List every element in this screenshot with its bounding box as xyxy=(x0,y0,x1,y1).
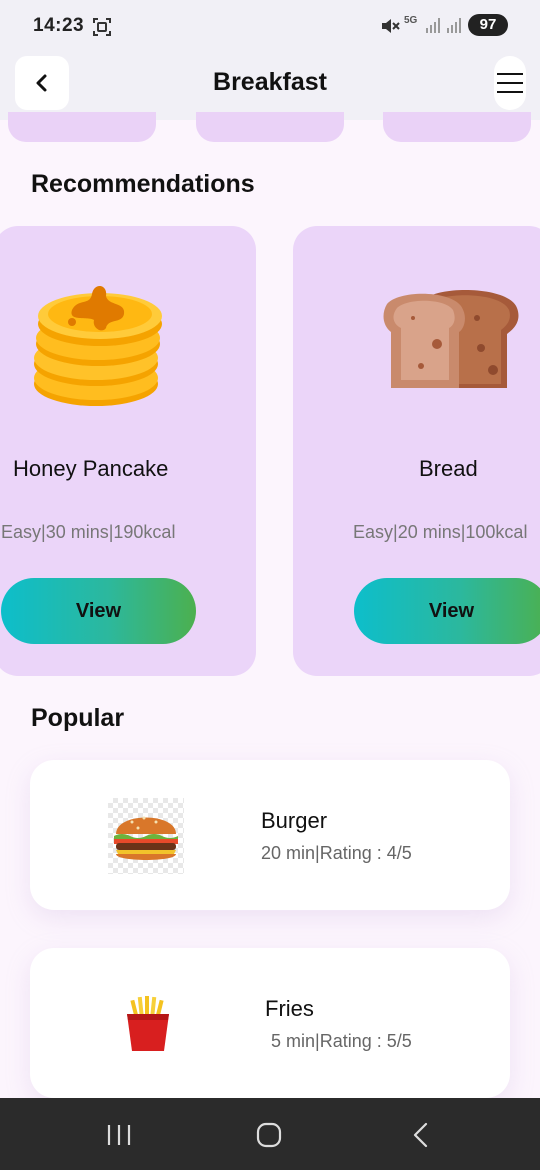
status-time: 14:23 xyxy=(33,15,85,36)
page-title: Breakfast xyxy=(213,68,327,96)
recommendation-meta: Easy|30 mins|190kcal xyxy=(1,522,176,542)
screenshot-icon xyxy=(93,18,111,36)
popular-item-card[interactable]: Fries 5 min|Rating : 5/5 xyxy=(30,948,510,1098)
hamburger-icon xyxy=(497,73,523,93)
burger-image xyxy=(108,798,184,874)
network-type-label: 5G xyxy=(404,15,418,26)
signal-icon xyxy=(426,18,440,33)
menu-button[interactable] xyxy=(494,56,526,110)
app-bar: Breakfast xyxy=(0,48,540,120)
battery-icon: 97 xyxy=(468,14,508,36)
battery-level: 97 xyxy=(479,16,497,33)
burger-icon xyxy=(114,816,178,860)
category-chip[interactable] xyxy=(383,112,531,142)
view-button-label: View xyxy=(75,599,122,622)
popular-item-name: Burger xyxy=(261,808,328,833)
popular-item-name: Fries xyxy=(265,996,314,1021)
category-chip[interactable] xyxy=(8,112,156,142)
system-nav-bar xyxy=(0,1098,540,1170)
recommendation-name: Bread xyxy=(419,456,478,481)
popular-item-meta: 5 min|Rating : 5/5 xyxy=(271,1031,412,1051)
home-icon[interactable] xyxy=(256,1122,282,1148)
recommendation-meta: Easy|20 mins|100kcal xyxy=(353,522,528,542)
recommendation-name: Honey Pancake xyxy=(13,456,169,481)
mute-icon xyxy=(382,19,400,33)
popular-title: Popular xyxy=(31,704,125,732)
bread-icon xyxy=(383,289,519,388)
system-back-icon[interactable] xyxy=(410,1122,430,1148)
pancake-icon xyxy=(34,285,162,406)
recommendations-title: Recommendations xyxy=(31,170,255,198)
status-bar: 14:23 5G 97 xyxy=(0,0,540,48)
category-chip[interactable] xyxy=(196,112,344,142)
recent-apps-icon[interactable] xyxy=(106,1124,132,1146)
popular-item-meta: 20 min|Rating : 4/5 xyxy=(261,843,412,863)
fries-icon xyxy=(127,996,169,1051)
view-button-label: View xyxy=(428,599,475,622)
view-button[interactable]: View xyxy=(354,578,540,644)
view-button[interactable]: View xyxy=(1,578,196,644)
signal-icon xyxy=(447,18,461,33)
popular-item-card[interactable]: Burger 20 min|Rating : 4/5 xyxy=(30,760,510,910)
